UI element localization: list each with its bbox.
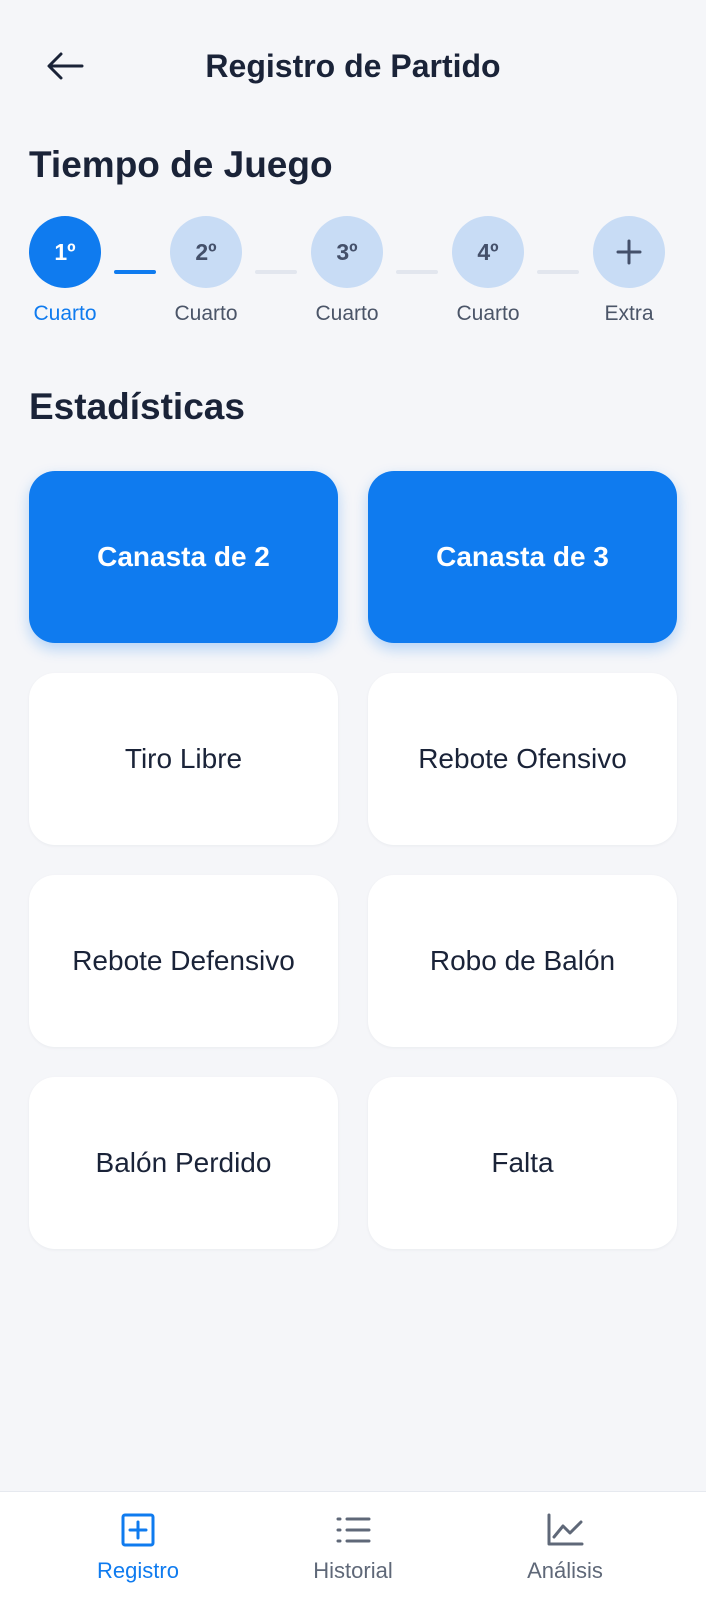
- tab-registro-label: Registro: [97, 1558, 179, 1583]
- tab-registro[interactable]: Registro: [38, 1492, 238, 1600]
- quarter-selector: 1º Cuarto 2º Cuarto 3º Cuarto 4º Cuarto …: [29, 216, 677, 336]
- offensive-rebound-button[interactable]: Rebote Ofensivo: [368, 673, 677, 845]
- tab-analisis-label: Análisis: [527, 1558, 603, 1583]
- game-time-title: Tiempo de Juego: [29, 144, 333, 185]
- extra-time-label: Extra: [604, 302, 654, 325]
- quarter-4-label: Cuarto: [456, 302, 520, 325]
- tab-analisis[interactable]: Análisis: [465, 1492, 665, 1600]
- stats-title: Estadísticas: [29, 386, 245, 427]
- quarter-2-badge: 2º: [170, 216, 242, 288]
- free-throw-button[interactable]: Tiro Libre: [29, 673, 338, 845]
- quarter-connector: [114, 270, 156, 274]
- quarter-3-badge: 3º: [311, 216, 383, 288]
- quarter-1-label: Cuarto: [33, 302, 97, 325]
- quarter-connector: [255, 270, 297, 274]
- turnover-button[interactable]: Balón Perdido: [29, 1077, 338, 1249]
- quarter-connector: [537, 270, 579, 274]
- quarter-1-item[interactable]: 1º Cuarto: [29, 216, 101, 325]
- quarter-1-badge: 1º: [29, 216, 101, 288]
- two-point-basket-button[interactable]: Canasta de 2: [29, 471, 338, 643]
- quarter-connector: [396, 270, 438, 274]
- app-header: Registro de Partido: [0, 0, 706, 130]
- quarter-4-badge: 4º: [452, 216, 524, 288]
- page-title: Registro de Partido: [205, 48, 501, 84]
- foul-button[interactable]: Falta: [368, 1077, 677, 1249]
- line-chart-icon: [545, 1510, 585, 1550]
- quarter-4-item[interactable]: 4º Cuarto: [452, 216, 524, 325]
- bottom-tab-bar: Registro Historial Análisis: [0, 1491, 706, 1600]
- quarter-3-label: Cuarto: [315, 302, 379, 325]
- plus-icon: [616, 239, 642, 265]
- tab-historial[interactable]: Historial: [253, 1492, 453, 1600]
- extra-time-item[interactable]: Extra: [593, 216, 665, 325]
- three-point-basket-button[interactable]: Canasta de 3: [368, 471, 677, 643]
- quarter-2-label: Cuarto: [174, 302, 238, 325]
- extra-time-badge: [593, 216, 665, 288]
- plus-square-icon: [118, 1510, 158, 1550]
- quarter-2-item[interactable]: 2º Cuarto: [170, 216, 242, 325]
- list-icon: [333, 1510, 373, 1550]
- quarter-3-item[interactable]: 3º Cuarto: [311, 216, 383, 325]
- defensive-rebound-button[interactable]: Rebote Defensivo: [29, 875, 338, 1047]
- steal-button[interactable]: Robo de Balón: [368, 875, 677, 1047]
- tab-historial-label: Historial: [313, 1558, 393, 1583]
